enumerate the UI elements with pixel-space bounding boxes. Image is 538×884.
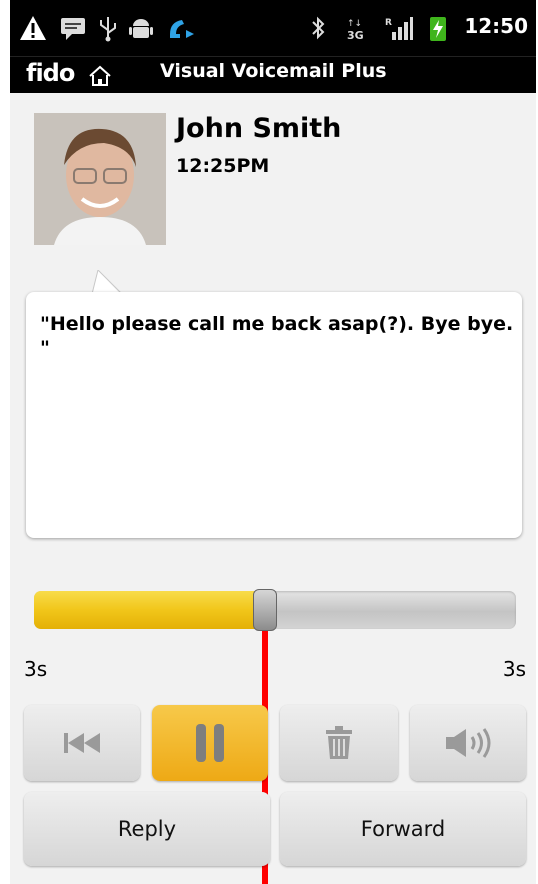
signal-roaming-icon: R [385,17,413,40]
seek-progress [34,591,266,629]
svg-text:3G: 3G [347,29,364,42]
rewind-button[interactable] [24,705,140,781]
transcript-text: "Hello please call me back asap(?). Bye … [40,313,514,359]
rewind-icon [64,733,100,753]
battery-charging-icon [430,17,446,41]
usb-icon [100,17,116,42]
message-icon [61,18,85,40]
avatar [34,113,166,245]
bluetooth-icon [312,16,325,40]
reply-button[interactable]: Reply [24,792,270,866]
speaker-icon [446,728,491,758]
android-debug-icon [129,19,153,38]
warning-icon [20,16,46,40]
voicemail-screen: ↑↓ 3G R 12:50 fido Visual Voicemail Plus … [10,0,536,884]
caller-name: John Smith [176,113,342,144]
delete-button[interactable] [280,705,398,781]
status-bar: ↑↓ 3G R 12:50 [10,0,536,56]
pause-button[interactable] [152,705,268,781]
forward-button[interactable]: Forward [280,792,526,866]
svg-text:↑↓: ↑↓ [347,19,362,29]
brand-logo: fido [26,59,75,87]
message-time: 12:25PM [176,155,270,177]
seek-handle[interactable] [253,589,278,631]
data-3g-icon: ↑↓3G [347,19,364,42]
trash-icon [326,726,352,759]
clock: 12:50 [464,14,528,38]
page-title: Visual Voicemail Plus [160,60,387,82]
elapsed-time: 3s [24,657,48,681]
transcript-bubble: "Hello please call me back asap(?). Bye … [26,292,522,538]
pause-icon [196,724,224,762]
title-bar: fido Visual Voicemail Plus [10,56,536,93]
svg-text:R: R [385,18,392,28]
home-icon[interactable] [88,65,112,87]
total-time: 3s [502,657,526,681]
speaker-button[interactable] [410,705,526,781]
call-forward-icon [170,20,194,38]
